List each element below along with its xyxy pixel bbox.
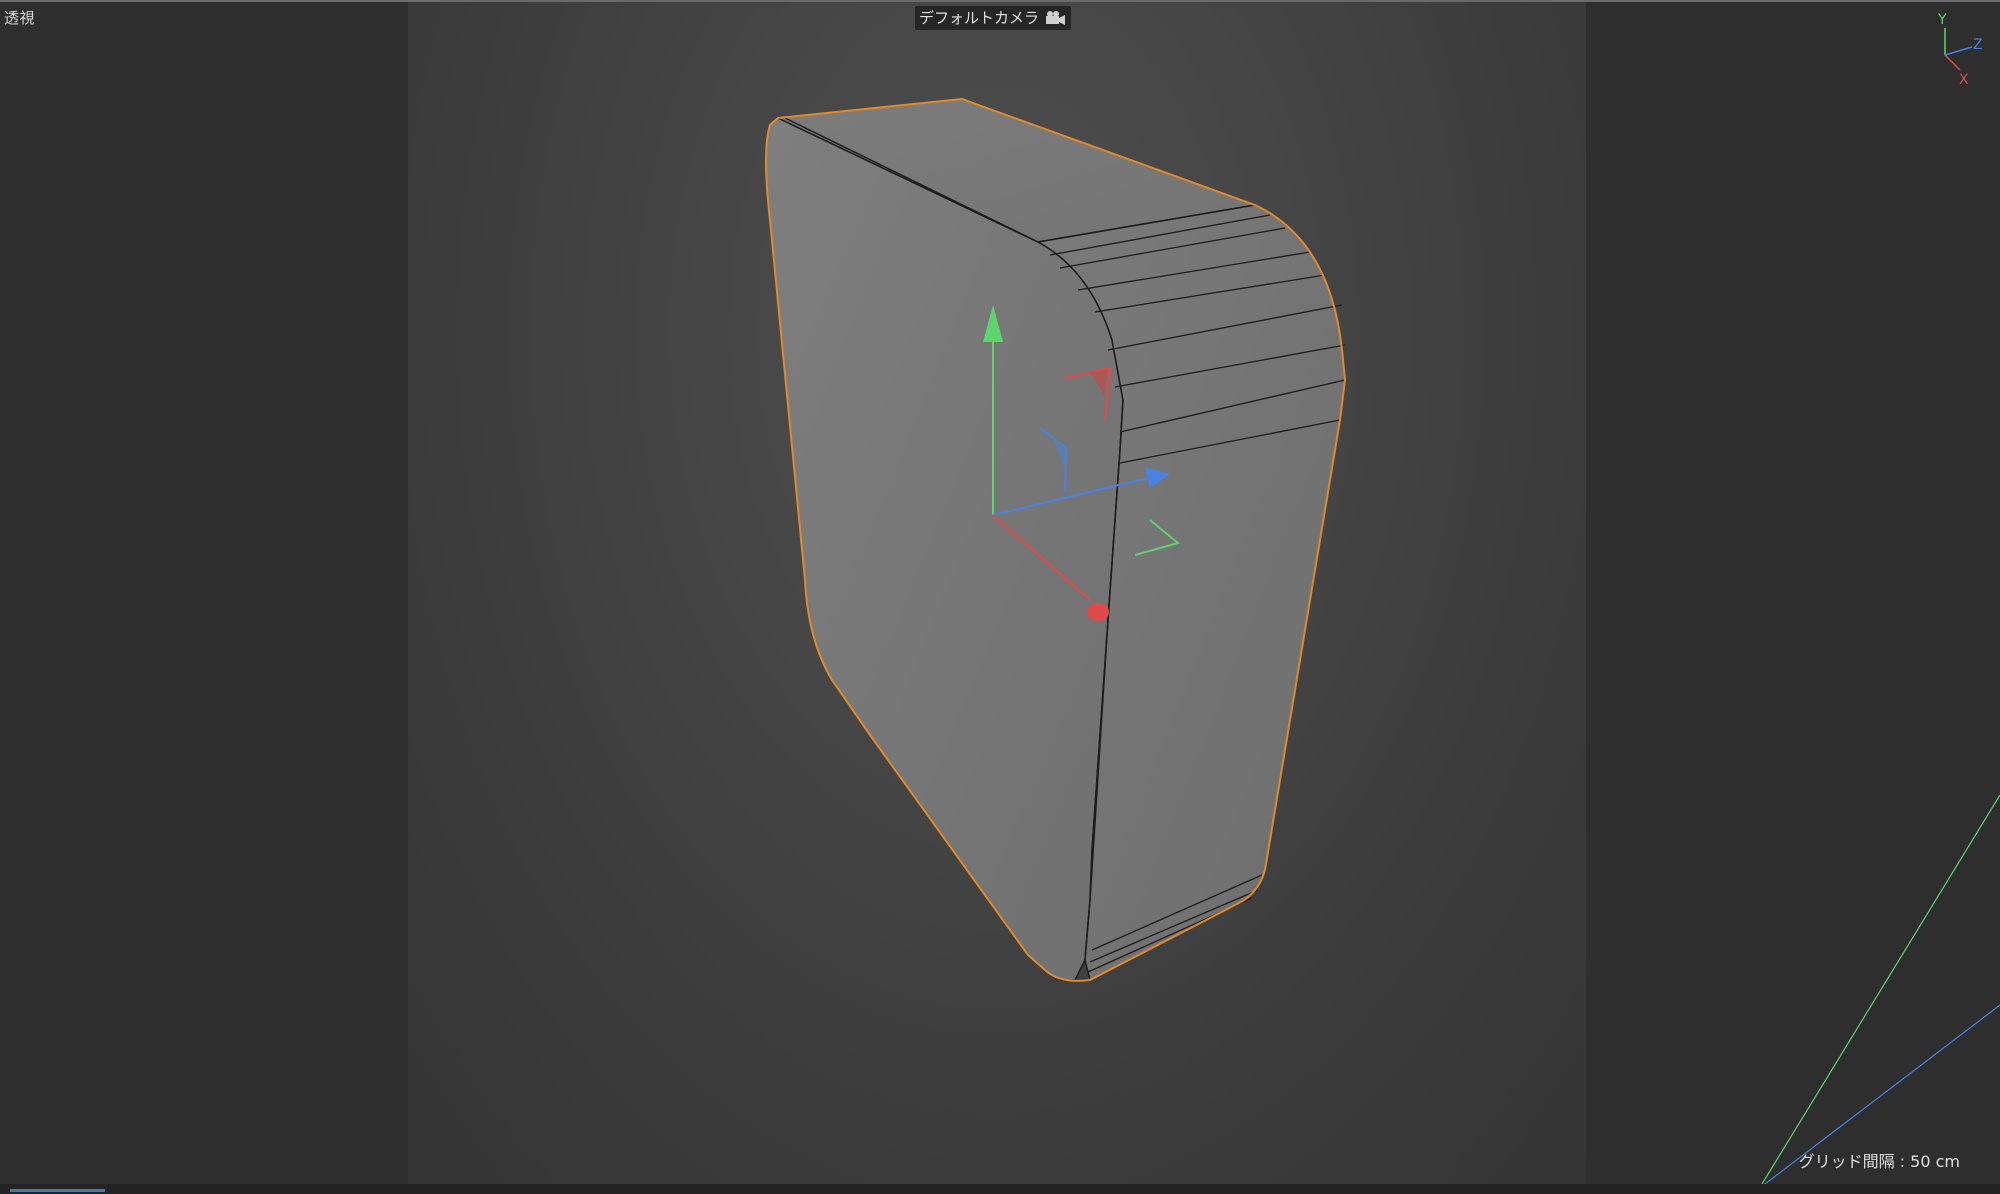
camera-selector[interactable]: デフォルトカメラ	[915, 6, 1072, 30]
axis-label-y: Y	[1937, 12, 1947, 28]
grid-spacing-label: グリッド間隔 : 50 cm	[1798, 1152, 1960, 1171]
view-name-label[interactable]: 透視	[4, 7, 35, 28]
camera-name: デフォルトカメラ	[919, 9, 1040, 27]
scene-canvas[interactable]: Y Z X	[0, 0, 2000, 1184]
axis-label-z: Z	[1973, 37, 1983, 53]
axis-label-x: X	[1959, 72, 1969, 88]
rounded-box-model[interactable]	[765, 97, 1347, 982]
bottom-tab-bar	[0, 1184, 2000, 1194]
axis-orientation-indicator: Y Z X	[1937, 12, 1983, 88]
camera-icon	[1046, 11, 1066, 25]
3d-viewport[interactable]: Y Z X 透視 デフォルトカメラ グリッド間隔 : 50 cm	[0, 0, 2000, 1184]
world-y-axis-line	[1761, 794, 2000, 1184]
active-bottom-tab[interactable]	[10, 1189, 105, 1192]
gizmo-x-handle[interactable]	[1087, 603, 1109, 621]
